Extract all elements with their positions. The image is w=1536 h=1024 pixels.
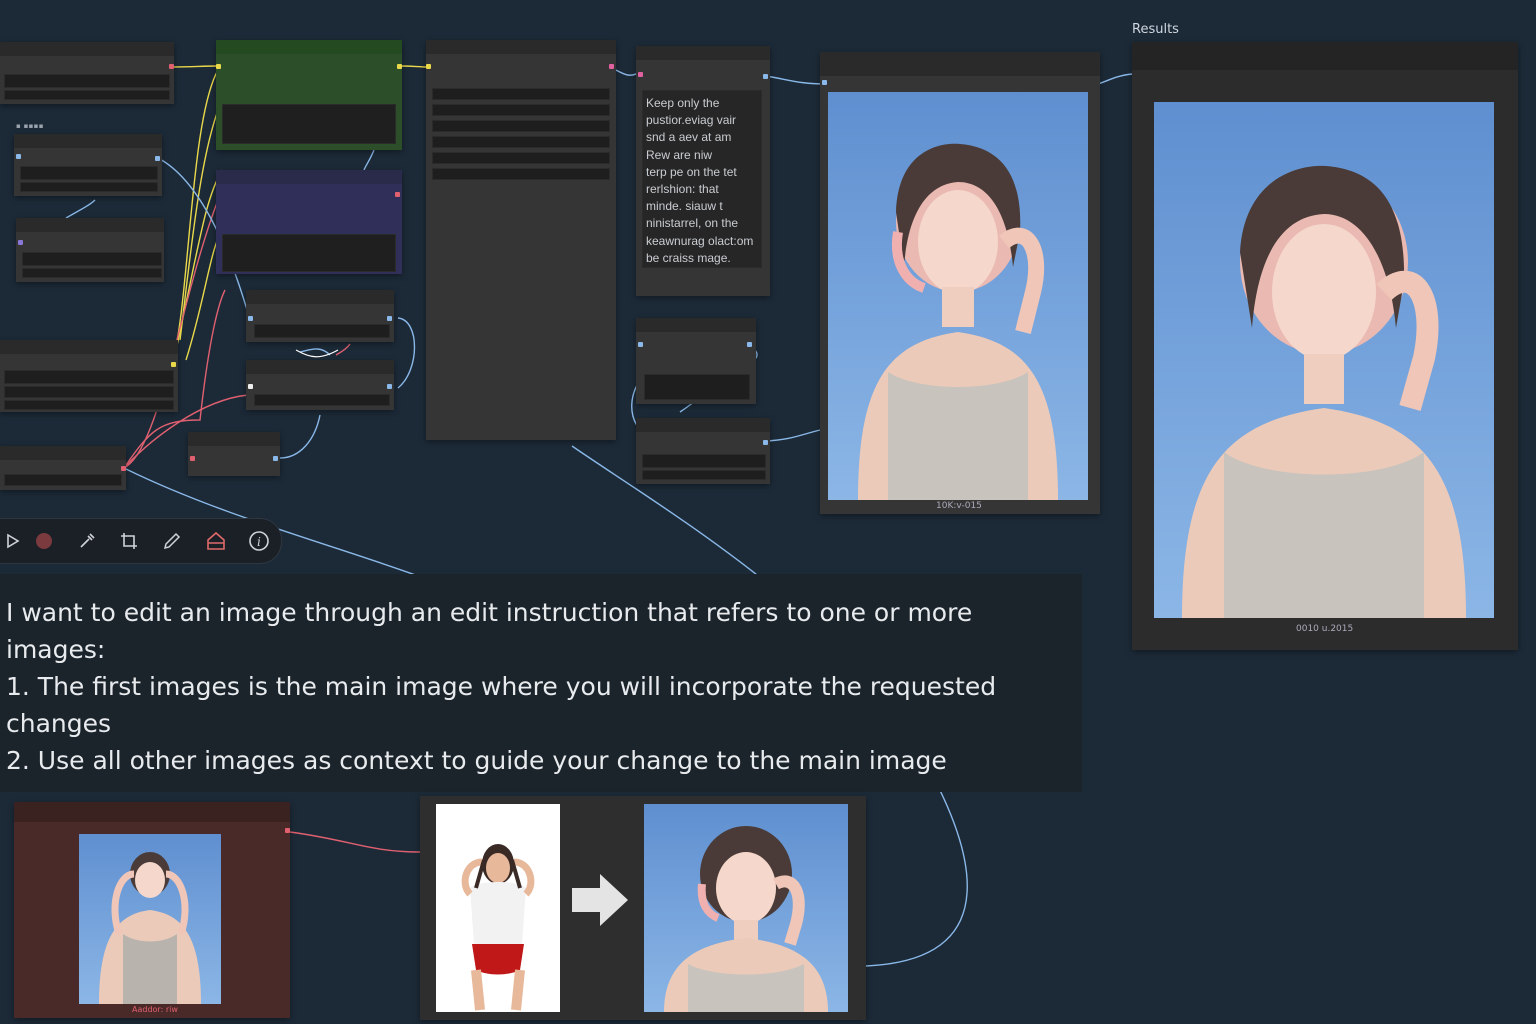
node-right-small-1[interactable] [636, 318, 756, 404]
node-right-small-2[interactable] [636, 418, 770, 484]
prompt-line: snd a aev at am [646, 130, 732, 145]
pencil-icon[interactable] [156, 525, 188, 557]
node-left-4[interactable] [0, 340, 178, 412]
record-dot-icon[interactable] [28, 525, 60, 557]
node-green[interactable] [216, 40, 402, 150]
result-image [1154, 102, 1494, 618]
reference-image [436, 804, 560, 1012]
crop-icon[interactable] [113, 525, 145, 557]
arrow-right-icon [568, 868, 632, 936]
node-center-small-1[interactable] [246, 290, 394, 342]
preview-caption: 10K:v-015 [936, 501, 982, 511]
example-figure [420, 796, 866, 1020]
node-center-small-2[interactable] [246, 360, 394, 410]
node-purple[interactable] [216, 170, 402, 274]
eyedropper-icon[interactable] [71, 525, 103, 557]
prompt-line: pustior.eviag vair [646, 113, 737, 128]
portrait-illustration [858, 143, 1058, 500]
node-center-small-3[interactable] [188, 432, 280, 476]
node-left-1[interactable] [0, 42, 174, 104]
node-left-2[interactable] [14, 134, 162, 196]
canvas-toolbar: i [0, 518, 282, 564]
prompt-line: minde. siauw t [646, 199, 723, 214]
node-left-2-title: ▪ ▪▪▪▪ [16, 122, 44, 130]
svg-text:i: i [257, 535, 261, 549]
home-icon[interactable] [200, 525, 232, 557]
example-result-portrait-illustration [664, 826, 828, 1012]
results-caption: 0010 u.2015 [1296, 624, 1354, 634]
node-left-3[interactable] [16, 218, 164, 282]
preview-image-node[interactable] [820, 52, 1100, 514]
instruction-line: I want to edit an image through an edit … [6, 598, 973, 664]
reference-figure-illustration [461, 844, 535, 1011]
play-icon[interactable] [0, 525, 29, 557]
prompt-line: be craiss mage. [646, 250, 731, 265]
instruction-line: 1. The first images is the main image wh… [6, 672, 997, 738]
example-result-image [644, 804, 848, 1012]
result-portrait-illustration [1182, 165, 1466, 618]
load-image-caption: Aaddor: riw [132, 1005, 178, 1014]
results-panel[interactable]: 0010 u.2015 [1132, 42, 1518, 650]
info-icon[interactable]: i [243, 525, 275, 557]
instruction-text-box: I want to edit an image through an edit … [0, 574, 1082, 792]
preview-image [828, 92, 1088, 500]
prompt-line: Keep only the [646, 96, 720, 110]
node-left-5[interactable] [0, 446, 126, 490]
prompt-line: terp pe on the tet [646, 164, 737, 179]
prompt-line: keawnurag olact:om [646, 233, 754, 248]
load-image-preview [79, 834, 221, 1004]
prompt-line: Rew are niw [646, 147, 713, 162]
prompt-text[interactable]: Keep only the pustior.eviag vair snd a a… [646, 95, 762, 267]
prompt-line: ninistarrel, on the [646, 216, 739, 231]
loaded-portrait-illustration [99, 852, 201, 1004]
prompt-line: rerlshion: that [646, 182, 719, 197]
results-title: Results [1132, 22, 1179, 37]
node-tall[interactable] [426, 40, 616, 440]
load-image-node[interactable]: Aaddor: riw [14, 802, 290, 1018]
instruction-line: 2. Use all other images as context to gu… [6, 746, 947, 775]
